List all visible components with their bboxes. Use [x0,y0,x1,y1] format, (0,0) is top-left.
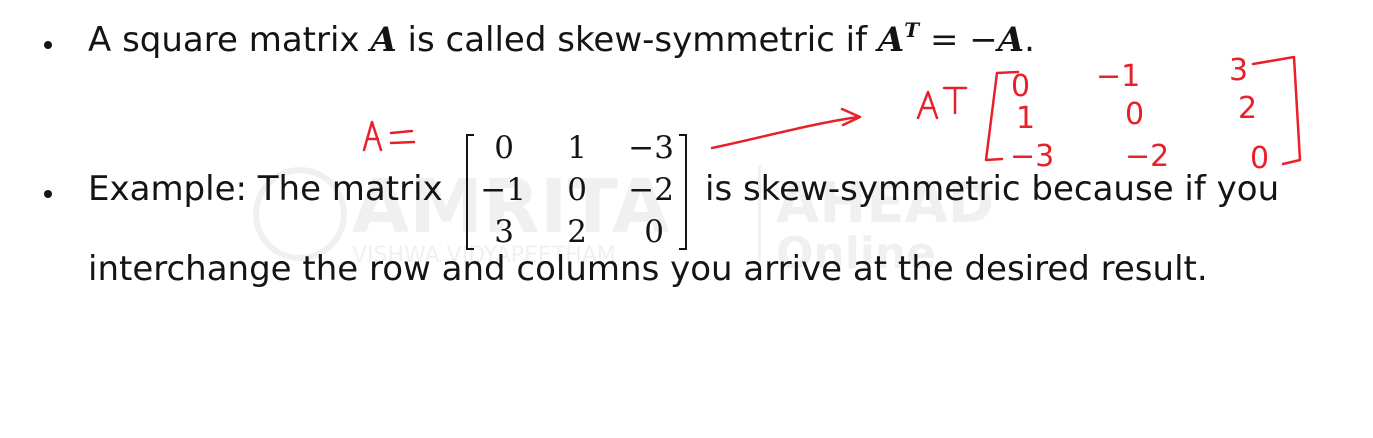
arrow-icon [710,107,862,150]
transpose-cell: −1 [1096,59,1140,94]
annotation-a-equals [362,120,416,152]
annotation-transpose-entries: 0 −1 3 1 0 2 −3 −2 0 [1010,53,1269,176]
transpose-cell: 3 [1229,53,1248,88]
transpose-cell: −2 [1125,139,1169,174]
handwritten-annotations: 0 −1 3 1 0 2 −3 −2 0 A = A T [360,53,1302,176]
slide: AMRITA VISHWA VIDYAPEETHAM AHEAD Online … [0,0,1373,438]
transpose-cell: 0 [1125,97,1144,132]
transpose-cell: 0 [1250,141,1269,176]
annotation-a-transpose [916,86,968,120]
transpose-cell: 1 [1016,101,1035,136]
annotation-a-equals-text: A = [360,148,362,151]
transpose-cell: 2 [1238,91,1257,126]
transpose-cell: 0 [1011,69,1030,104]
transpose-cell: −3 [1010,139,1054,174]
